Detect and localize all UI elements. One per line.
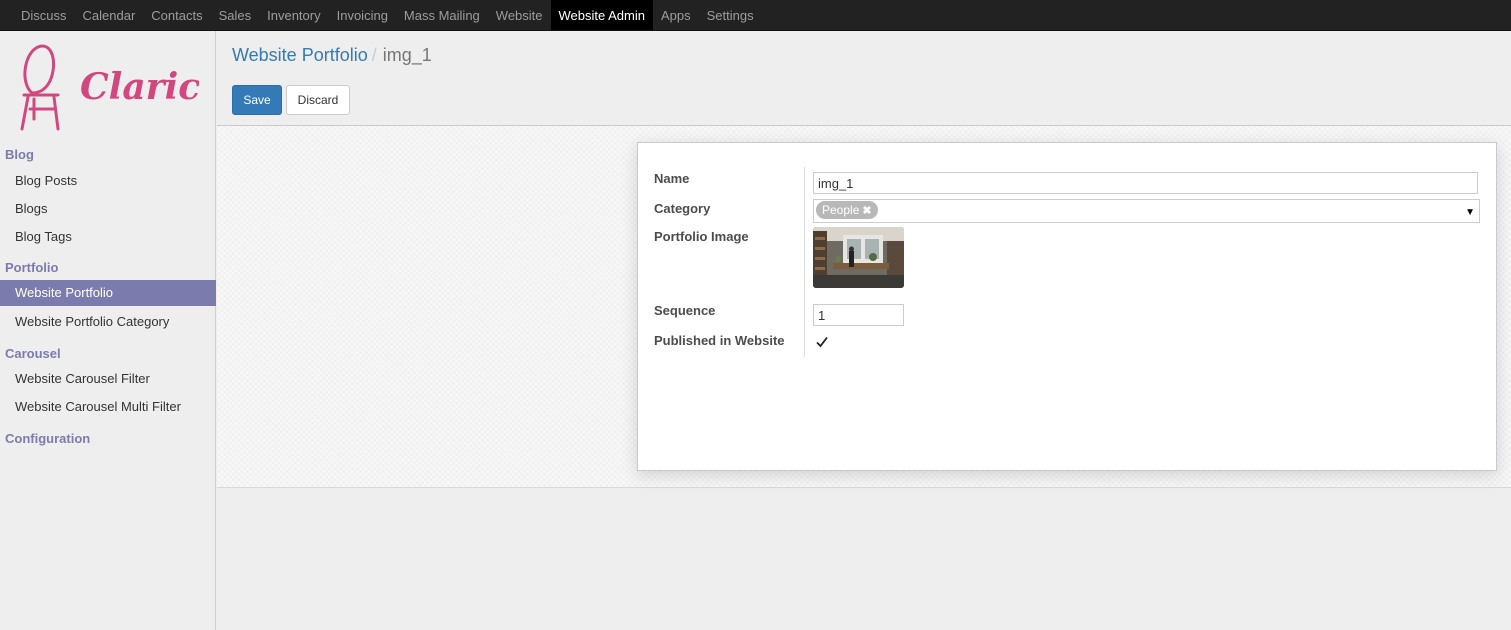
discard-button[interactable]: Discard	[286, 85, 350, 115]
form-view: Name Category People✖ ▼ Portfolio Image	[217, 126, 1511, 488]
dropdown-caret-icon[interactable]: ▼	[1465, 203, 1475, 223]
published-label: Published in Website	[654, 333, 785, 348]
published-checkbox[interactable]	[814, 334, 830, 350]
category-label: Category	[654, 201, 711, 216]
breadcrumb-separator: /	[371, 45, 377, 65]
menu-sales[interactable]: Sales	[211, 0, 260, 30]
menu-contacts[interactable]: Contacts	[143, 0, 210, 30]
control-panel: Website Portfolio / img_1 Save Discard	[217, 31, 1511, 126]
breadcrumb-parent-link[interactable]: Website Portfolio	[232, 45, 368, 65]
menu-settings[interactable]: Settings	[699, 0, 762, 30]
label-divider	[804, 167, 805, 357]
sequence-label: Sequence	[654, 303, 716, 318]
tag-remove-icon[interactable]: ✖	[862, 205, 871, 217]
portfolio-image[interactable]	[813, 227, 904, 288]
top-navbar: Discuss Calendar Contacts Sales Inventor…	[0, 0, 1511, 31]
sidebar-item-website-portfolio[interactable]: Website Portfolio	[0, 280, 216, 306]
sidebar: Clarico Blog Blog Posts Blogs Blog Tags …	[0, 31, 216, 630]
menu-website[interactable]: Website	[488, 0, 551, 30]
breadcrumb: Website Portfolio / img_1	[232, 45, 432, 66]
portfolio-image-label: Portfolio Image	[654, 229, 749, 244]
menu-discuss[interactable]: Discuss	[13, 0, 75, 30]
sequence-field[interactable]	[813, 304, 904, 326]
menu-calendar[interactable]: Calendar	[75, 0, 144, 30]
form-sheet: Name Category People✖ ▼ Portfolio Image	[637, 142, 1497, 471]
sidebar-item-carousel-multi-filter[interactable]: Website Carousel Multi Filter	[0, 394, 216, 420]
menu-apps[interactable]: Apps	[653, 0, 699, 30]
section-configuration[interactable]: Configuration	[5, 431, 90, 446]
section-carousel[interactable]: Carousel	[5, 346, 61, 361]
section-portfolio[interactable]: Portfolio	[5, 260, 58, 275]
menu-invoicing[interactable]: Invoicing	[329, 0, 396, 30]
sidebar-item-blog-tags[interactable]: Blog Tags	[0, 224, 216, 250]
section-blog[interactable]: Blog	[5, 147, 34, 162]
sidebar-item-blog-posts[interactable]: Blog Posts	[0, 168, 216, 194]
category-field[interactable]: People ✖ ▼	[813, 199, 1480, 223]
sidebar-item-blogs[interactable]: Blogs	[0, 196, 216, 222]
clarico-logo: Clarico	[20, 44, 199, 131]
name-label: Name	[654, 171, 690, 186]
menu-inventory[interactable]: Inventory	[259, 0, 328, 30]
breadcrumb-current: img_1	[382, 45, 432, 65]
menu-mass-mailing[interactable]: Mass Mailing	[396, 0, 488, 30]
category-tag: People ✖	[816, 201, 878, 219]
svg-text:Clarico: Clarico	[80, 66, 199, 108]
save-button[interactable]: Save	[232, 85, 282, 115]
sidebar-item-carousel-filter[interactable]: Website Carousel Filter	[0, 366, 216, 392]
menu-website-admin[interactable]: Website Admin	[550, 0, 653, 30]
category-tag-label: People	[822, 203, 860, 217]
sidebar-item-website-portfolio-category[interactable]: Website Portfolio Category	[0, 309, 216, 335]
name-field[interactable]	[813, 172, 1478, 194]
